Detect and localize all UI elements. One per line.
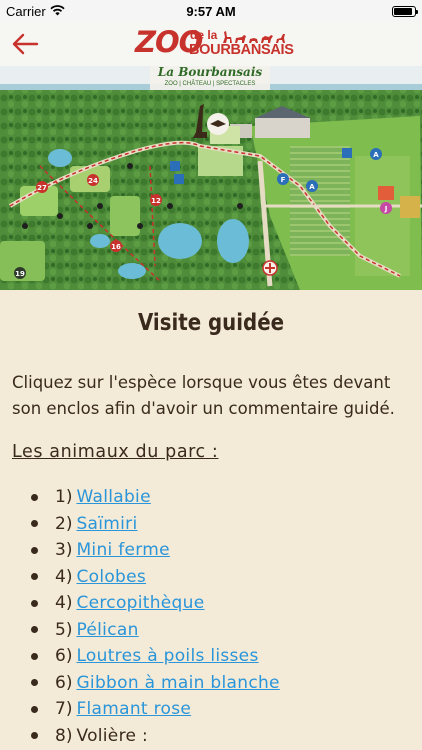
map-marker-a: A <box>309 183 315 191</box>
animal-list-item[interactable]: 6) Gibbon à main blanche <box>28 670 280 697</box>
animal-number: 6) <box>55 646 73 667</box>
bullet-icon <box>31 652 38 660</box>
logo-de-text: de la <box>190 28 218 42</box>
animal-link[interactable]: Flamant rose <box>76 699 191 719</box>
section-heading: Les animaux du parc : <box>12 442 219 462</box>
page-title: Visite guidée <box>137 310 285 336</box>
logo-bourbansais-text: BOURBANSAIS <box>189 42 294 58</box>
back-button[interactable] <box>10 30 40 58</box>
status-left: Carrier <box>6 4 65 19</box>
animal-list-item: 8) Volière : <box>28 723 280 750</box>
carrier-label: Carrier <box>6 3 46 19</box>
status-bar: Carrier 9:57 AM <box>0 0 422 22</box>
animal-list-item[interactable]: 2) Saïmiri <box>28 511 280 538</box>
animal-list-item[interactable]: 4) Colobes <box>28 564 280 591</box>
bullet-icon <box>31 599 38 607</box>
animal-number: 8) <box>55 725 73 746</box>
map-marker-16: 16 <box>111 243 121 251</box>
wifi-icon <box>50 4 65 19</box>
intro-text: Cliquez sur l'espèce lorsque vous êtes d… <box>12 373 395 418</box>
animal-number: 1) <box>55 487 73 508</box>
bullet-icon <box>31 520 38 528</box>
animal-list-item[interactable]: 6) Loutres à poils lisses <box>28 643 280 670</box>
zoo-logo: ZOO de la BOURBANSAIS <box>135 25 294 63</box>
bullet-icon <box>31 493 38 501</box>
map-subtitle: ZOO | CHÂTEAU | SPECTACLES <box>165 80 256 87</box>
guided-tour-content: Visite guidée Cliquez sur l'espèce lorsq… <box>0 290 422 750</box>
map-marker-j: J <box>384 205 388 213</box>
animal-link[interactable]: Cercopithèque <box>76 593 204 613</box>
animal-list-item[interactable]: 4) Cercopithèque <box>28 590 280 617</box>
map-marker-24: 24 <box>88 177 98 185</box>
animal-list-item[interactable]: 5) Pélican <box>28 617 280 644</box>
battery-icon <box>392 5 418 17</box>
bullet-icon <box>31 626 38 634</box>
park-map-illustration: La Bourbansais ZOO | CHÂTEAU | SPECTACLE… <box>0 66 422 290</box>
animal-list-item[interactable]: 1) Wallabie <box>28 484 280 511</box>
map-marker-12: 12 <box>151 197 161 205</box>
animal-number: 2) <box>55 513 73 534</box>
animal-link[interactable]: Loutres à poils lisses <box>76 646 258 666</box>
animal-number: 3) <box>55 540 73 561</box>
park-map[interactable]: La Bourbansais ZOO | CHÂTEAU | SPECTACLE… <box>0 66 422 290</box>
animal-number: 5) <box>55 619 73 640</box>
map-marker-19: 19 <box>15 270 25 278</box>
bullet-icon <box>31 732 38 740</box>
map-marker-27: 27 <box>37 184 47 192</box>
animal-name: Volière : <box>76 725 148 746</box>
arrow-left-icon <box>12 33 39 55</box>
animal-link[interactable]: Colobes <box>76 567 146 587</box>
bullet-icon <box>31 573 38 581</box>
map-marker-f: F <box>281 176 286 184</box>
animal-list-item[interactable]: 3) Mini ferme <box>28 537 280 564</box>
bullet-icon <box>31 679 38 687</box>
animal-link[interactable]: Gibbon à main blanche <box>76 673 279 693</box>
bullet-icon <box>31 546 38 554</box>
battery-level <box>394 7 412 15</box>
animal-list: 1) Wallabie 2) Saïmiri 3) Mini ferme 4) Colobes… <box>28 484 280 749</box>
animal-number: 6) <box>55 672 73 693</box>
animal-link[interactable]: Mini ferme <box>76 540 169 560</box>
animal-list-item[interactable]: 7) Flamant rose <box>28 696 280 723</box>
animal-link[interactable]: Wallabie <box>76 487 150 507</box>
animal-number: 7) <box>55 699 73 720</box>
map-marker-a2: A <box>373 151 379 159</box>
bullet-icon <box>31 705 38 713</box>
animal-link[interactable]: Saïmiri <box>76 514 137 534</box>
animal-number: 4) <box>55 566 73 587</box>
nav-bar: ZOO de la BOURBANSAIS <box>0 22 422 66</box>
status-right <box>392 5 418 17</box>
map-title: La Bourbansais <box>157 66 263 79</box>
animal-link[interactable]: Pélican <box>76 620 138 640</box>
animal-number: 4) <box>55 593 73 614</box>
